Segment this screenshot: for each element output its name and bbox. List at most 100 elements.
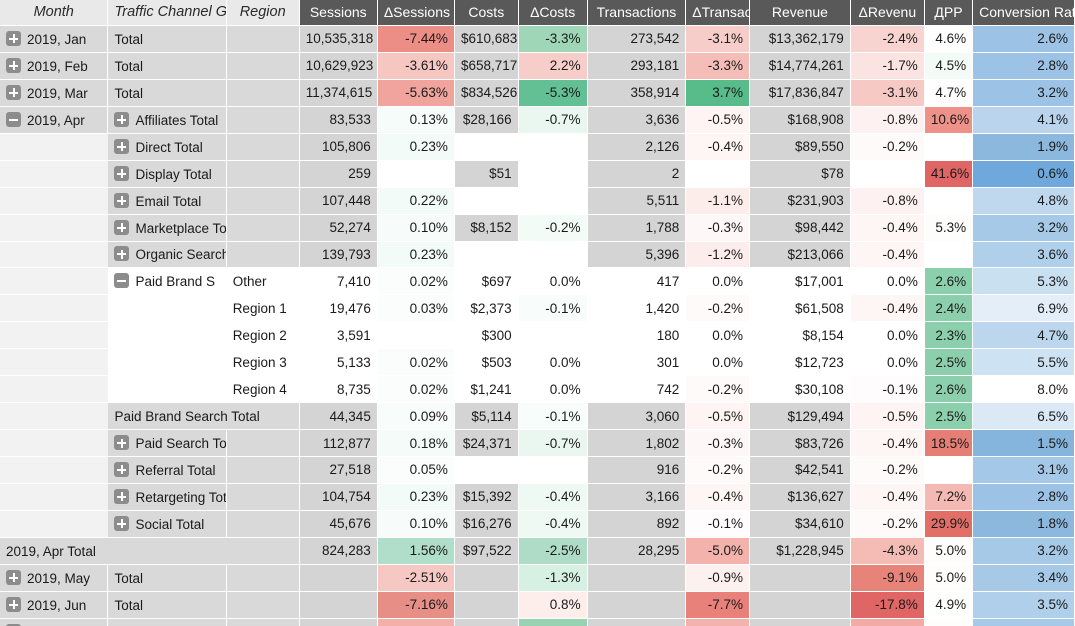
region-cell[interactable]: Other	[226, 267, 300, 296]
region-cell[interactable]	[226, 106, 300, 134]
cell-sessions: 7,410	[299, 267, 378, 296]
region-cell[interactable]	[226, 79, 300, 107]
channel-cell[interactable]: Total	[107, 52, 227, 80]
month-cell[interactable]: 2019, Apr	[0, 106, 109, 134]
month-cell[interactable]: 2019, Jul	[0, 618, 109, 626]
region-cell[interactable]	[226, 483, 300, 511]
channel-cell[interactable]: Affiliates Total	[107, 106, 227, 134]
expand-icon[interactable]	[114, 515, 130, 531]
cell-delta-revenue: -2.4%	[850, 25, 925, 53]
header-region[interactable]: Region	[226, 0, 300, 26]
expand-icon[interactable]	[6, 84, 21, 100]
cell-costs	[454, 456, 519, 484]
channel-cell[interactable]: Total	[107, 79, 227, 107]
collapse-icon[interactable]	[6, 111, 21, 127]
region-cell[interactable]	[226, 133, 300, 161]
header-transactions[interactable]: Transactions	[587, 0, 687, 26]
header-delta-revenue[interactable]: ΔRevenu	[850, 0, 925, 26]
header-costs[interactable]: Costs	[454, 0, 519, 26]
channel-cell[interactable]: Total	[107, 25, 227, 53]
header-conversion-rate[interactable]: Conversion Rate	[972, 0, 1075, 26]
channel-cell[interactable]: Total	[107, 591, 227, 619]
channel-cell[interactable]: Organic Search Total	[107, 241, 227, 269]
header-delta-transactions[interactable]: ΔTransac	[685, 0, 751, 26]
month-cell	[0, 402, 109, 431]
expand-icon[interactable]	[114, 111, 130, 127]
region-cell[interactable]	[226, 618, 300, 626]
expand-icon[interactable]	[114, 192, 130, 208]
cell-costs: $300	[454, 321, 519, 350]
expand-icon[interactable]	[114, 461, 130, 477]
cell-revenue: $34,610	[749, 510, 851, 538]
channel-cell[interactable]: Display Total	[107, 160, 227, 188]
month-cell[interactable]: 2019, Jun	[0, 591, 109, 619]
header-revenue[interactable]: Revenue	[749, 0, 851, 26]
channel-cell[interactable]: Total	[107, 564, 227, 592]
expand-icon[interactable]	[6, 57, 21, 73]
region-cell[interactable]: Region 2	[226, 321, 300, 350]
header-delta-costs[interactable]: ΔCosts	[518, 0, 588, 26]
region-cell[interactable]	[226, 429, 300, 457]
expand-icon[interactable]	[114, 246, 130, 262]
region-cell[interactable]	[226, 160, 300, 188]
table-row: Region 3 5,133 0.02% $503 0.0% 301 0.0% $12,723…	[0, 348, 1075, 377]
month-cell-empty	[0, 510, 109, 538]
cell-delta-revenue: -0.2%	[850, 133, 925, 161]
region-cell[interactable]	[226, 564, 300, 592]
channel-cell[interactable]: Email Total	[107, 187, 227, 215]
region-cell[interactable]	[226, 214, 300, 242]
channel-cell[interactable]: Social Total	[107, 510, 227, 538]
channel-label: Total	[114, 620, 143, 626]
region-cell[interactable]	[226, 510, 300, 538]
region-cell[interactable]	[226, 52, 300, 80]
month-cell[interactable]: 2019, Jan	[0, 25, 109, 53]
pivot-table: Month Traffic Channel Grouping Region Se…	[0, 0, 1075, 626]
channel-cell[interactable]: Paid Brand S	[107, 267, 227, 296]
region-cell[interactable]	[226, 25, 300, 53]
month-label: 2019, Jun	[27, 597, 87, 613]
channel-cell	[107, 348, 227, 377]
table-row: Region 2 3,591 $300 180 0.0% $8,154 0.0% 2.3% 4.…	[0, 321, 1075, 350]
collapse-icon[interactable]	[114, 273, 130, 289]
expand-icon[interactable]	[114, 435, 130, 450]
cell-delta-revenue: -0.4%	[850, 483, 925, 511]
region-cell[interactable]: Region 1	[226, 294, 300, 323]
header-month[interactable]: Month	[0, 0, 109, 26]
expand-icon[interactable]	[6, 596, 21, 612]
expand-icon[interactable]	[6, 569, 21, 585]
region-cell[interactable]	[226, 241, 300, 269]
channel-cell[interactable]: Retargeting Total	[107, 483, 227, 511]
cell-delta-revenue: -0.8%	[850, 187, 925, 215]
month-cell-empty	[0, 214, 109, 242]
expand-icon[interactable]	[114, 488, 130, 504]
header-traffic-channel-grouping[interactable]: Traffic Channel Grouping	[107, 0, 227, 26]
month-cell[interactable]: 2019, Feb	[0, 52, 109, 80]
channel-cell[interactable]: Total	[107, 618, 227, 626]
expand-icon[interactable]	[114, 219, 130, 235]
header-drr[interactable]: ДРР	[924, 0, 974, 26]
channel-cell[interactable]: Referral Total	[107, 456, 227, 484]
expand-icon[interactable]	[114, 165, 130, 181]
cell-delta-transactions: -0.2%	[685, 375, 751, 404]
expand-icon[interactable]	[114, 138, 130, 154]
region-cell[interactable]: Region 3	[226, 348, 300, 377]
header-delta-sessions[interactable]: ΔSessions	[377, 0, 455, 26]
header-sessions[interactable]: Sessions	[299, 0, 378, 26]
cell-drr	[924, 187, 974, 215]
cell-conversion-rate: 3.2%	[972, 79, 1075, 107]
region-cell[interactable]	[226, 591, 300, 619]
expand-icon[interactable]	[6, 30, 21, 46]
region-cell[interactable]	[226, 187, 300, 215]
region-cell[interactable]: Region 4	[226, 375, 300, 404]
cell-costs	[454, 591, 519, 619]
month-cell[interactable]: 2019, May	[0, 564, 109, 592]
region-cell[interactable]	[226, 456, 300, 484]
cell-drr: 4.6%	[924, 25, 974, 53]
cell-delta-sessions: 0.23%	[377, 241, 455, 269]
month-cell[interactable]: 2019, Mar	[0, 79, 109, 107]
channel-cell[interactable]: Marketplace Total	[107, 214, 227, 242]
cell-drr: 5.0%	[924, 564, 974, 592]
cell-transactions: 28,295	[587, 537, 687, 565]
channel-cell[interactable]: Direct Total	[107, 133, 227, 161]
channel-cell[interactable]: Paid Search Total	[107, 429, 227, 457]
